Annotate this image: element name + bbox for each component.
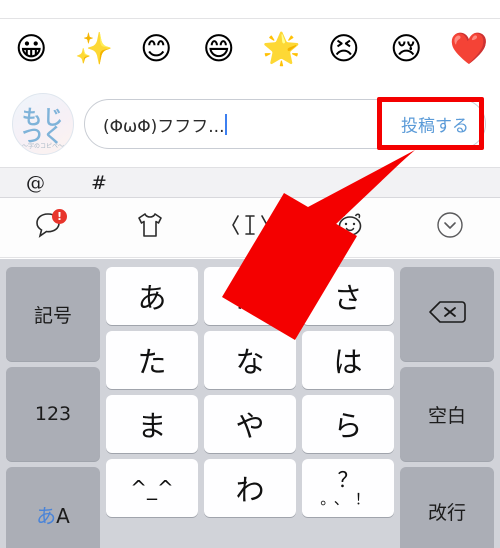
toolbar-item-collapse-keyboard[interactable] (400, 198, 500, 257)
key-ka[interactable]: か (204, 267, 296, 325)
key-ya[interactable]: や (204, 395, 296, 453)
key-ha-label: は (333, 345, 363, 379)
at-mention-button[interactable]: @ (26, 172, 45, 194)
message-input[interactable]: (ΦωΦ)フフフ... 投稿する (84, 99, 486, 149)
key-na[interactable]: な (204, 331, 296, 389)
text-cursor-icon (228, 210, 272, 245)
emoji-item-grinning-smiling-eyes[interactable]: 😄 (188, 34, 251, 65)
hashtag-button[interactable]: # (91, 172, 107, 194)
delete-icon (428, 299, 466, 329)
key-ka-label: か (235, 281, 265, 315)
key-ta-label: た (137, 345, 167, 379)
key-kana-alpha[interactable]: あA (6, 467, 100, 548)
key-kaomoji-label: ^_^ (130, 476, 174, 500)
key-123-label: 123 (34, 403, 72, 425)
key-return-label: 改行 (427, 501, 466, 524)
key-ra-label: ら (333, 409, 363, 443)
text-caret (225, 113, 228, 135)
key-symbols-label: 記号 (33, 304, 72, 327)
emoji-item-crying-face[interactable]: 😢 (375, 34, 438, 65)
key-return[interactable]: 改行 (400, 467, 494, 548)
key-space-label: 空白 (427, 404, 466, 427)
post-button[interactable]: 投稿する (401, 112, 469, 137)
grinning-face-emoji: 😀 (15, 31, 48, 67)
key-na-label: な (235, 345, 265, 379)
key-delete[interactable] (400, 267, 494, 361)
crying-face-emoji: 😢 (390, 31, 423, 67)
toolbar-item-text-cursor[interactable] (200, 198, 300, 257)
tag-shortcut-bar: @ # (0, 167, 500, 198)
software-keyboard: 記号 123 あA あ か さ た な は ま や ら ^_^ わ ？ 。、！ … (0, 259, 500, 548)
key-ma[interactable]: ま (106, 395, 198, 453)
tshirt-icon (134, 210, 166, 245)
key-ha[interactable]: は (302, 331, 394, 389)
toolbar-item-bear-face[interactable] (300, 198, 400, 257)
key-ta[interactable]: た (106, 331, 198, 389)
key-space[interactable]: 空白 (400, 367, 494, 461)
composer-row: もじ つく 〜字のコピペ〜 (ΦωΦ)フフフ... 投稿する (0, 82, 500, 166)
emoji-item-persevering-face[interactable]: 😣 (313, 34, 376, 65)
avatar-tagline: 〜字のコピペ〜 (21, 143, 64, 150)
key-punctuation[interactable]: ？ 。、！ (302, 459, 394, 517)
key-sa-label: さ (333, 281, 363, 315)
key-ma-label: ま (137, 409, 167, 443)
glowing-star-emoji: 🌟 (261, 31, 301, 67)
message-input-value: (ΦωΦ)フフフ... (103, 116, 225, 137)
key-ya-label: や (235, 409, 265, 443)
key-123[interactable]: 123 (6, 367, 100, 461)
chevron-down-circle-icon (434, 209, 466, 246)
emoji-item-glowing-star[interactable]: 🌟 (250, 34, 313, 65)
key-wa[interactable]: わ (204, 459, 296, 517)
avatar[interactable]: もじ つく 〜字のコピペ〜 (12, 93, 74, 155)
smiling-face-emoji: 😊 (140, 31, 173, 67)
sparkles-emoji: ✨ (74, 31, 114, 67)
emoji-item-red-heart[interactable]: ❤️ (438, 34, 500, 65)
emoji-item-smiling-face[interactable]: 😊 (125, 34, 188, 65)
emoji-item-sparkles[interactable]: ✨ (63, 34, 126, 65)
key-a[interactable]: あ (106, 267, 198, 325)
persevering-face-emoji: 😣 (327, 31, 360, 67)
app-root: 😀 ✨ 😊 😄 🌟 😣 😢 ❤️ もじ つく 〜字のコピペ〜 (ΦωΦ)フフフ.… (0, 0, 500, 548)
bear-face-icon (333, 210, 367, 245)
toolbar-item-speech-bubble[interactable]: ! (0, 198, 100, 257)
key-punctuation-top: ？ (337, 467, 359, 492)
key-symbols[interactable]: 記号 (6, 267, 100, 361)
key-a-label: あ (137, 281, 167, 315)
key-punctuation-bottom: 。、！ (320, 489, 376, 508)
key-kaomoji[interactable]: ^_^ (106, 459, 198, 517)
key-sa[interactable]: さ (302, 267, 394, 325)
key-wa-label: わ (235, 473, 265, 507)
key-ra[interactable]: ら (302, 395, 394, 453)
emoji-suggestion-bar: 😀 ✨ 😊 😄 🌟 😣 😢 ❤️ (0, 18, 500, 80)
grinning-smiling-eyes-emoji: 😄 (202, 31, 235, 67)
toolbar-item-tshirt[interactable] (100, 198, 200, 257)
composer-toolbar: ! (0, 198, 500, 258)
key-kana-alpha-label: あA (36, 503, 70, 528)
emoji-item-grinning-face[interactable]: 😀 (0, 34, 63, 65)
red-heart-emoji: ❤️ (449, 31, 489, 67)
speech-bubble-badge: ! (52, 209, 67, 224)
